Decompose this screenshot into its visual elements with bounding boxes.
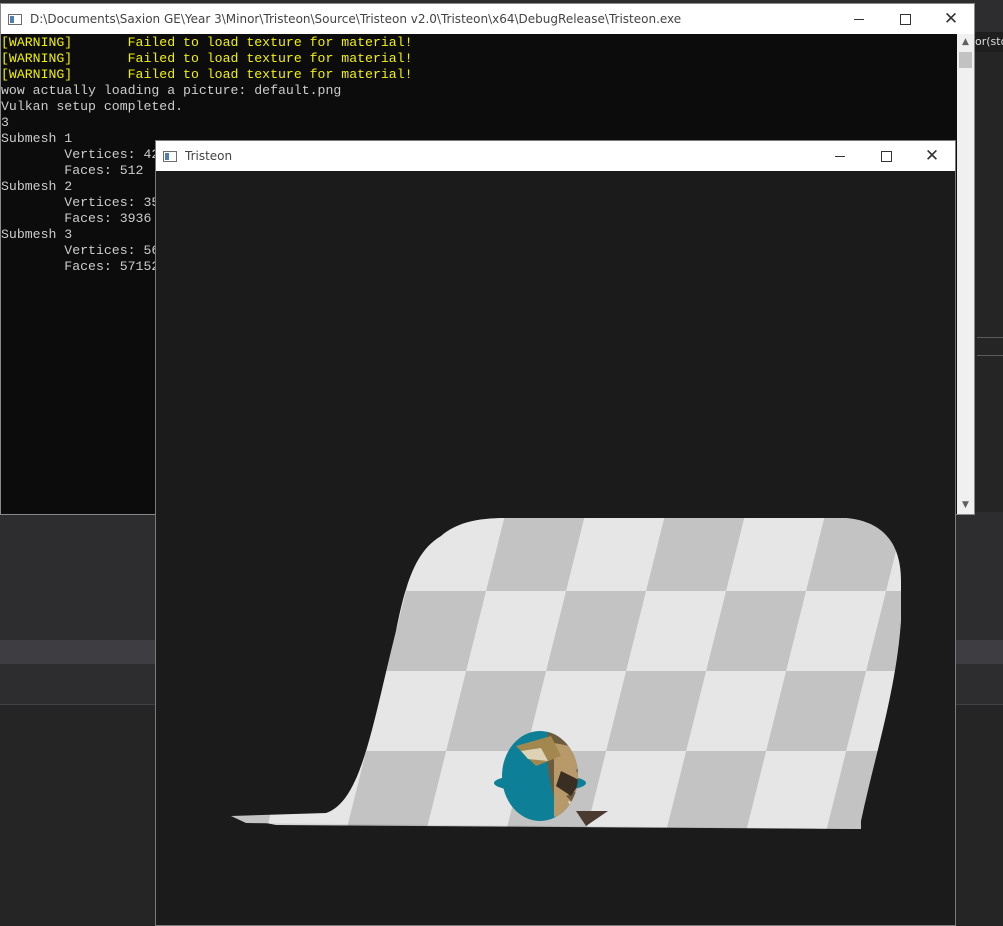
console-titlebar[interactable]: D:\Documents\Saxion GE\Year 3\Minor\Tris…	[1, 4, 974, 34]
console-line-text: wow actually loading a picture: default.…	[1, 83, 342, 98]
console-line-text: 3	[1, 115, 9, 130]
console-line: [WARNING] Failed to load texture for mat…	[1, 51, 957, 67]
tristeon-title: Tristeon	[185, 149, 233, 163]
console-close-button[interactable]: ✕	[928, 4, 974, 34]
console-line-text: Vulkan setup completed.	[1, 99, 184, 114]
console-line-text: Failed to load texture for material!	[72, 35, 413, 50]
render-viewport[interactable]	[156, 171, 955, 925]
tristeon-titlebar[interactable]: Tristeon ✕	[156, 141, 955, 171]
console-line-text: Vertices: 35	[1, 195, 160, 210]
console-minimize-button[interactable]	[836, 4, 882, 34]
console-line-text: Submesh 1	[1, 131, 73, 146]
scroll-up-icon[interactable]: ▲	[957, 34, 974, 51]
ide-titlebar	[975, 0, 1003, 32]
minimize-icon	[835, 155, 845, 157]
scene-render	[231, 518, 901, 829]
scrollbar-thumb[interactable]	[959, 52, 972, 68]
console-line-text: Submesh 2	[1, 179, 73, 194]
tristeon-close-button[interactable]: ✕	[909, 141, 955, 171]
console-app-icon	[8, 13, 22, 25]
console-line: [WARNING] Failed to load texture for mat…	[1, 35, 957, 51]
console-line: 3	[1, 115, 957, 131]
ide-side-panel	[975, 52, 1003, 512]
tristeon-minimize-button[interactable]	[817, 141, 863, 171]
console-line: wow actually loading a picture: default.…	[1, 83, 957, 99]
console-maximize-button[interactable]	[882, 4, 928, 34]
console-line-text: Faces: 512	[1, 163, 144, 178]
tristeon-window: Tristeon ✕	[155, 140, 956, 926]
maximize-icon	[899, 13, 911, 25]
console-line-text: Vertices: 42	[1, 147, 160, 162]
tristeon-app-icon	[163, 150, 177, 162]
ide-divider	[977, 355, 1003, 356]
console-line-prefix: [WARNING]	[1, 67, 73, 82]
console-line-text: Failed to load texture for material!	[72, 51, 413, 66]
close-icon: ✕	[924, 146, 940, 166]
ide-panel	[0, 514, 155, 640]
close-icon: ✕	[943, 9, 959, 29]
console-line-prefix: [WARNING]	[1, 35, 73, 50]
console-title: D:\Documents\Saxion GE\Year 3\Minor\Tris…	[30, 12, 682, 26]
console-scrollbar[interactable]: ▲ ▼	[957, 34, 974, 514]
console-line: [WARNING] Failed to load texture for mat…	[1, 67, 957, 83]
console-line-prefix: [WARNING]	[1, 51, 73, 66]
maximize-icon	[880, 150, 892, 162]
scroll-down-icon[interactable]: ▼	[957, 497, 974, 514]
console-line: Vulkan setup completed.	[1, 99, 957, 115]
console-line-text: Vertices: 56	[1, 243, 160, 258]
console-line-text: Faces: 3936	[1, 211, 152, 226]
console-line-text: Failed to load texture for material!	[72, 67, 413, 82]
ide-divider	[977, 337, 1003, 338]
tristeon-maximize-button[interactable]	[863, 141, 909, 171]
console-line-text: Submesh 3	[1, 227, 73, 242]
ide-editor-tab[interactable]: or(sto	[975, 32, 1003, 52]
console-line-text: Faces: 57152	[1, 259, 160, 274]
minimize-icon	[854, 18, 864, 20]
